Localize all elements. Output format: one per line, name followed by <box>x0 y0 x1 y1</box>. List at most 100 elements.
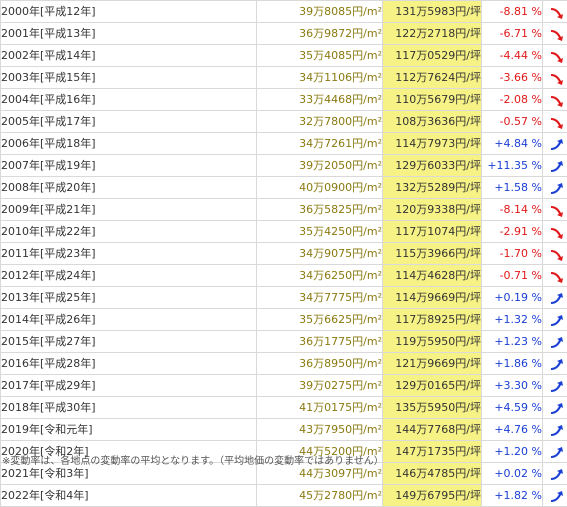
price-per-tsubo-cell: 114万9669円/坪 <box>383 287 482 309</box>
year-cell: 2001年[平成13年] <box>1 23 257 45</box>
price-per-tsubo-cell: 149万6795円/坪 <box>383 485 482 507</box>
table-row: 2018年[平成30年]41万0175円/m²135万5950円/坪+4.59 … <box>1 397 567 419</box>
change-rate-cell: +1.58 % <box>482 177 543 199</box>
price-per-sqm-cell: 41万0175円/m² <box>257 397 383 419</box>
year-cell: 2002年[平成14年] <box>1 45 257 67</box>
year-cell: 2016年[平成28年] <box>1 353 257 375</box>
price-per-tsubo-cell: 144万7768円/坪 <box>383 419 482 441</box>
price-per-sqm-cell: 39万0275円/m² <box>257 375 383 397</box>
price-per-sqm-cell: 36万8950円/m² <box>257 353 383 375</box>
table-row: 2010年[平成22年]35万4250円/m²117万1074円/坪-2.91 … <box>1 221 567 243</box>
price-per-tsubo-cell: 110万5679円/坪 <box>383 89 482 111</box>
down-arrow-icon <box>543 243 567 265</box>
price-per-tsubo-cell: 117万8925円/坪 <box>383 309 482 331</box>
table-row: 2022年[令和4年]45万2780円/m²149万6795円/坪+1.82 % <box>1 485 567 507</box>
down-arrow-icon <box>543 67 567 89</box>
table-row: 2001年[平成13年]36万9872円/m²122万2718円/坪-6.71 … <box>1 23 567 45</box>
change-rate-cell: -3.66 % <box>482 67 543 89</box>
price-per-tsubo-cell: 129万6033円/坪 <box>383 155 482 177</box>
change-rate-cell: +4.84 % <box>482 133 543 155</box>
price-per-tsubo-cell: 135万5950円/坪 <box>383 397 482 419</box>
price-per-sqm-cell: 34万1106円/m² <box>257 67 383 89</box>
up-arrow-icon <box>543 441 567 463</box>
change-rate-cell: +4.59 % <box>482 397 543 419</box>
price-per-tsubo-cell: 112万7624円/坪 <box>383 67 482 89</box>
table-row: 2013年[平成25年]34万7775円/m²114万9669円/坪+0.19 … <box>1 287 567 309</box>
price-per-sqm-cell: 45万2780円/m² <box>257 485 383 507</box>
change-rate-cell: -4.44 % <box>482 45 543 67</box>
down-arrow-icon <box>543 89 567 111</box>
change-rate-cell: +1.20 % <box>482 441 543 463</box>
table-row: 2008年[平成20年]40万0900円/m²132万5289円/坪+1.58 … <box>1 177 567 199</box>
year-cell: 2006年[平成18年] <box>1 133 257 155</box>
land-price-table: 2000年[平成12年]39万8085円/m²131万5983円/坪-8.81 … <box>0 0 567 507</box>
price-per-tsubo-cell: 114万4628円/坪 <box>383 265 482 287</box>
change-rate-cell: -2.91 % <box>482 221 543 243</box>
table-row: 2011年[平成23年]34万9075円/m²115万3966円/坪-1.70 … <box>1 243 567 265</box>
change-rate-cell: -2.08 % <box>482 89 543 111</box>
change-rate-cell: +0.02 % <box>482 463 543 485</box>
change-rate-cell: -1.70 % <box>482 243 543 265</box>
down-arrow-icon <box>543 221 567 243</box>
price-per-tsubo-cell: 121万9669円/坪 <box>383 353 482 375</box>
price-per-sqm-cell: 43万7950円/m² <box>257 419 383 441</box>
change-rate-cell: +4.76 % <box>482 419 543 441</box>
change-rate-cell: -0.57 % <box>482 111 543 133</box>
year-cell: 2008年[平成20年] <box>1 177 257 199</box>
price-per-tsubo-cell: 108万3636円/坪 <box>383 111 482 133</box>
price-per-sqm-cell: 35万6625円/m² <box>257 309 383 331</box>
land-price-table-body: 2000年[平成12年]39万8085円/m²131万5983円/坪-8.81 … <box>1 1 567 507</box>
table-row: 2009年[平成21年]36万5825円/m²120万9338円/坪-8.14 … <box>1 199 567 221</box>
year-cell: 2005年[平成17年] <box>1 111 257 133</box>
price-per-sqm-cell: 40万0900円/m² <box>257 177 383 199</box>
table-row: 2014年[平成26年]35万6625円/m²117万8925円/坪+1.32 … <box>1 309 567 331</box>
table-row: 2006年[平成18年]34万7261円/m²114万7973円/坪+4.84 … <box>1 133 567 155</box>
year-cell: 2014年[平成26年] <box>1 309 257 331</box>
price-per-tsubo-cell: 131万5983円/坪 <box>383 1 482 23</box>
up-arrow-icon <box>543 397 567 419</box>
table-row: 2012年[平成24年]34万6250円/m²114万4628円/坪-0.71 … <box>1 265 567 287</box>
down-arrow-icon <box>543 199 567 221</box>
price-per-sqm-cell: 35万4250円/m² <box>257 221 383 243</box>
change-rate-cell: -0.71 % <box>482 265 543 287</box>
table-row: 2002年[平成14年]35万4085円/m²117万0529円/坪-4.44 … <box>1 45 567 67</box>
change-rate-cell: +1.82 % <box>482 485 543 507</box>
price-per-sqm-cell: 33万4468円/m² <box>257 89 383 111</box>
price-per-sqm-cell: 39万2050円/m² <box>257 155 383 177</box>
table-row: 2003年[平成15年]34万1106円/m²112万7624円/坪-3.66 … <box>1 67 567 89</box>
change-rate-cell: -8.81 % <box>482 1 543 23</box>
change-rate-cell: -6.71 % <box>482 23 543 45</box>
up-arrow-icon <box>543 463 567 485</box>
price-per-tsubo-cell: 132万5289円/坪 <box>383 177 482 199</box>
table-row: 2019年[令和元年]43万7950円/m²144万7768円/坪+4.76 % <box>1 419 567 441</box>
price-per-sqm-cell: 39万8085円/m² <box>257 1 383 23</box>
price-per-tsubo-cell: 120万9338円/坪 <box>383 199 482 221</box>
year-cell: 2011年[平成23年] <box>1 243 257 265</box>
change-rate-cell: +1.32 % <box>482 309 543 331</box>
table-row: 2016年[平成28年]36万8950円/m²121万9669円/坪+1.86 … <box>1 353 567 375</box>
price-per-tsubo-cell: 117万0529円/坪 <box>383 45 482 67</box>
change-rate-cell: +11.35 % <box>482 155 543 177</box>
price-per-tsubo-cell: 119万5950円/坪 <box>383 331 482 353</box>
down-arrow-icon <box>543 265 567 287</box>
price-per-tsubo-cell: 115万3966円/坪 <box>383 243 482 265</box>
table-row: 2015年[平成27年]36万1775円/m²119万5950円/坪+1.23 … <box>1 331 567 353</box>
table-row: 2004年[平成16年]33万4468円/m²110万5679円/坪-2.08 … <box>1 89 567 111</box>
year-cell: 2010年[平成22年] <box>1 221 257 243</box>
price-per-sqm-cell: 34万9075円/m² <box>257 243 383 265</box>
price-per-tsubo-cell: 147万1735円/坪 <box>383 441 482 463</box>
price-per-sqm-cell: 36万1775円/m² <box>257 331 383 353</box>
year-cell: 2019年[令和元年] <box>1 419 257 441</box>
change-rate-cell: +1.86 % <box>482 353 543 375</box>
year-cell: 2013年[平成25年] <box>1 287 257 309</box>
down-arrow-icon <box>543 23 567 45</box>
year-cell: 2022年[令和4年] <box>1 485 257 507</box>
price-per-sqm-cell: 36万5825円/m² <box>257 199 383 221</box>
up-arrow-icon <box>543 133 567 155</box>
up-arrow-icon <box>543 287 567 309</box>
down-arrow-icon <box>543 45 567 67</box>
up-arrow-icon <box>543 375 567 397</box>
table-row: 2000年[平成12年]39万8085円/m²131万5983円/坪-8.81 … <box>1 1 567 23</box>
table-row: 2005年[平成17年]32万7800円/m²108万3636円/坪-0.57 … <box>1 111 567 133</box>
price-per-tsubo-cell: 146万4785円/坪 <box>383 463 482 485</box>
